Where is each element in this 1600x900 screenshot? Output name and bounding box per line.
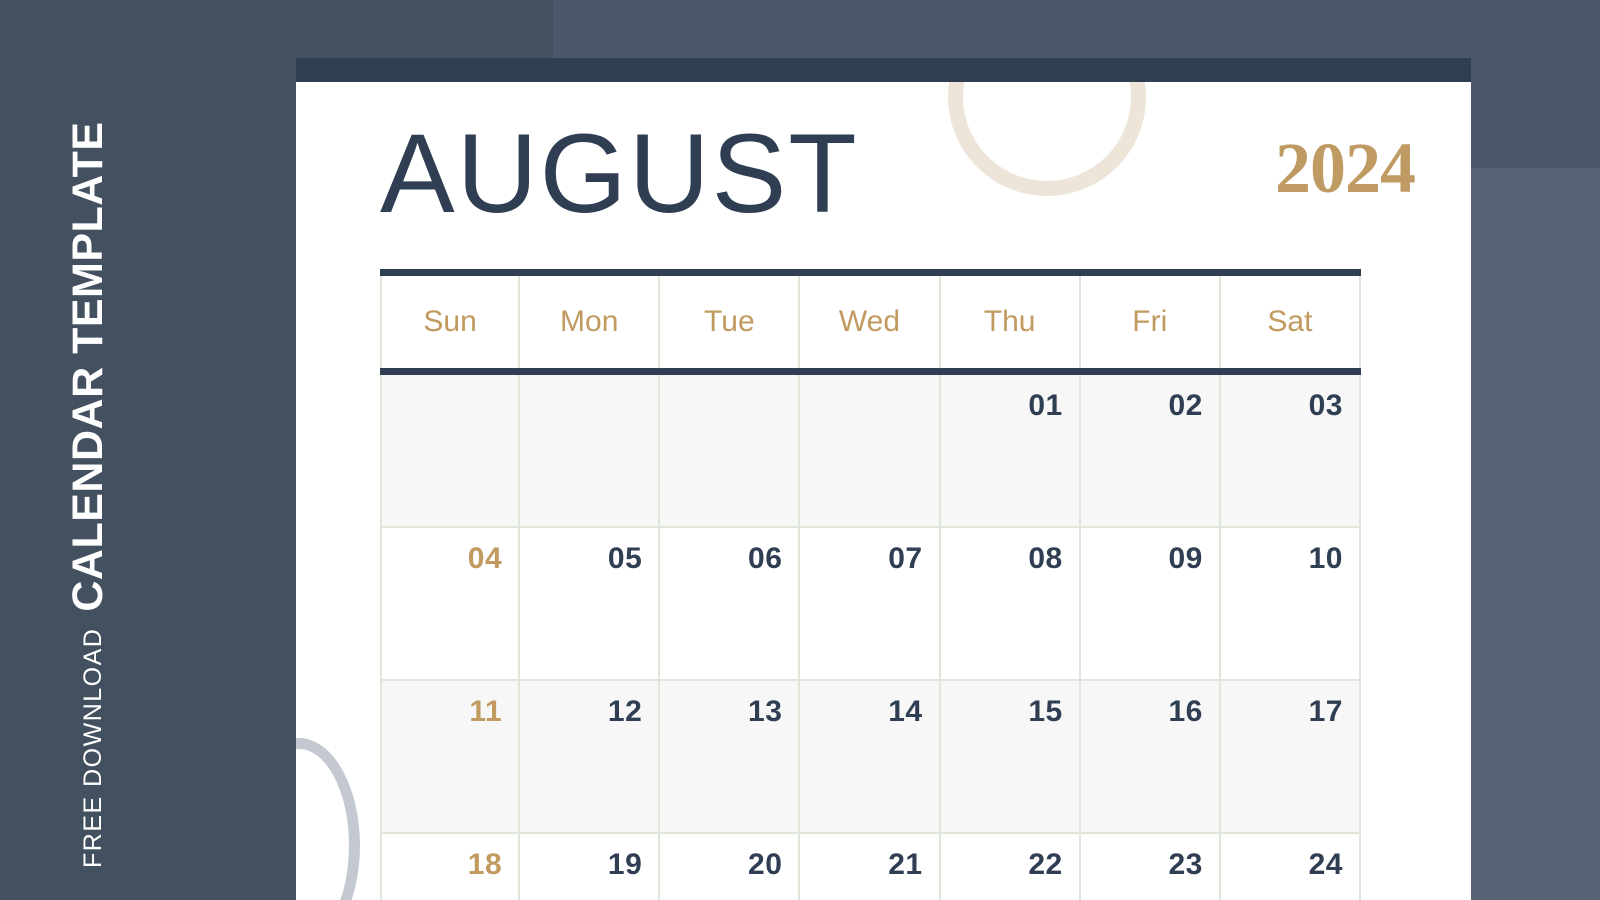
sheet-header-bar: [296, 58, 1471, 82]
calendar-day-cell-08[interactable]: 08: [941, 528, 1081, 679]
sidebar-vertical-caption: FREE DOWNLOAD CALENDAR TEMPLATE: [64, 121, 112, 868]
day-number: 18: [467, 848, 503, 881]
calendar-day-cell-14[interactable]: 14: [800, 681, 941, 832]
weekday-header-fri: Fri: [1081, 276, 1221, 368]
day-number: 21: [888, 848, 923, 881]
calendar-day-cell-18[interactable]: 18: [380, 834, 521, 900]
grid-rule-top: [380, 269, 1361, 276]
calendar-week-row: 11 12 13 14 15 16 17: [380, 681, 1361, 834]
weekday-header-sun: Sun: [380, 276, 521, 368]
weekday-header-sat: Sat: [1221, 276, 1361, 368]
sidebar: FREE DOWNLOAD CALENDAR TEMPLATE: [0, 0, 296, 900]
sidebar-title: CALENDAR TEMPLATE: [64, 121, 112, 612]
day-number: 20: [748, 848, 783, 881]
year-label: 2024: [1275, 128, 1416, 208]
day-number: 19: [607, 848, 643, 881]
calendar-day-cell-empty[interactable]: [380, 375, 521, 526]
calendar-day-cell-23[interactable]: 23: [1081, 834, 1221, 900]
calendar-week-row: 01 02 03: [380, 375, 1361, 528]
day-number: 10: [1308, 542, 1343, 575]
calendar-day-cell-empty[interactable]: [800, 375, 941, 526]
calendar-day-cell-16[interactable]: 16: [1081, 681, 1221, 832]
month-title: AUGUST: [380, 111, 859, 236]
calendar-day-cell-06[interactable]: 06: [660, 528, 801, 679]
calendar-day-cell-24[interactable]: 24: [1221, 834, 1361, 900]
day-number: 12: [607, 695, 643, 728]
calendar-day-cell-17[interactable]: 17: [1221, 681, 1361, 832]
grid-rule-under-weekdays: [380, 368, 1361, 375]
calendar-week-rows: 01 02 03 04 05 06 07 08 09 10 11 12 13 14 15 16 17 18 19 20…: [380, 375, 1361, 900]
weekday-header-thu: Thu: [941, 276, 1081, 368]
weekday-header-wed: Wed: [800, 276, 941, 368]
day-number: 01: [1028, 389, 1063, 422]
calendar-sheet: AUGUST 2024 Sun Mon Tue Wed Thu Fri Sat 01 02 03…: [296, 58, 1471, 900]
day-number: 03: [1308, 389, 1343, 422]
weekday-header-row: Sun Mon Tue Wed Thu Fri Sat: [380, 276, 1361, 368]
sidebar-subtitle: FREE DOWNLOAD: [79, 627, 107, 868]
calendar-day-cell-11[interactable]: 11: [380, 681, 521, 832]
calendar-day-cell-empty[interactable]: [520, 375, 661, 526]
calendar-week-row: 18 19 20 21 22 23 24: [380, 834, 1361, 900]
calendar-grid: Sun Mon Tue Wed Thu Fri Sat 01 02 03 04 05 06 07 08 09…: [380, 269, 1361, 900]
day-number: 04: [467, 542, 503, 575]
day-number: 05: [607, 542, 643, 575]
day-number: 16: [1168, 695, 1203, 728]
day-number: 06: [748, 542, 783, 575]
calendar-day-cell-04[interactable]: 04: [380, 528, 521, 679]
day-number: 15: [1028, 695, 1063, 728]
day-number: 08: [1028, 542, 1063, 575]
calendar-day-cell-07[interactable]: 07: [800, 528, 941, 679]
day-number: 24: [1308, 848, 1343, 881]
day-number: 17: [1308, 695, 1343, 728]
calendar-day-cell-10[interactable]: 10: [1221, 528, 1361, 679]
decorative-circle-grey-icon: [296, 738, 360, 900]
calendar-day-cell-empty[interactable]: [660, 375, 801, 526]
calendar-day-cell-22[interactable]: 22: [941, 834, 1081, 900]
calendar-day-cell-12[interactable]: 12: [520, 681, 661, 832]
calendar-day-cell-03[interactable]: 03: [1221, 375, 1361, 526]
weekday-header-mon: Mon: [520, 276, 661, 368]
day-number: 09: [1168, 542, 1203, 575]
calendar-template-stage: AUGUST 2024 Sun Mon Tue Wed Thu Fri Sat 01 02 03…: [0, 0, 1600, 900]
calendar-week-row: 04 05 06 07 08 09 10: [380, 528, 1361, 681]
day-number: 22: [1028, 848, 1063, 881]
day-number: 07: [888, 542, 923, 575]
calendar-header: AUGUST 2024: [380, 118, 1471, 248]
calendar-day-cell-20[interactable]: 20: [660, 834, 801, 900]
calendar-day-cell-13[interactable]: 13: [660, 681, 801, 832]
day-number: 11: [469, 695, 503, 728]
day-number: 14: [888, 695, 923, 728]
calendar-day-cell-01[interactable]: 01: [941, 375, 1081, 526]
day-number: 02: [1168, 389, 1203, 422]
calendar-day-cell-21[interactable]: 21: [800, 834, 941, 900]
calendar-day-cell-02[interactable]: 02: [1081, 375, 1221, 526]
weekday-header-tue: Tue: [660, 276, 801, 368]
day-number: 23: [1168, 848, 1203, 881]
calendar-day-cell-15[interactable]: 15: [941, 681, 1081, 832]
day-number: 13: [748, 695, 783, 728]
calendar-day-cell-09[interactable]: 09: [1081, 528, 1221, 679]
calendar-day-cell-05[interactable]: 05: [520, 528, 661, 679]
calendar-day-cell-19[interactable]: 19: [520, 834, 661, 900]
